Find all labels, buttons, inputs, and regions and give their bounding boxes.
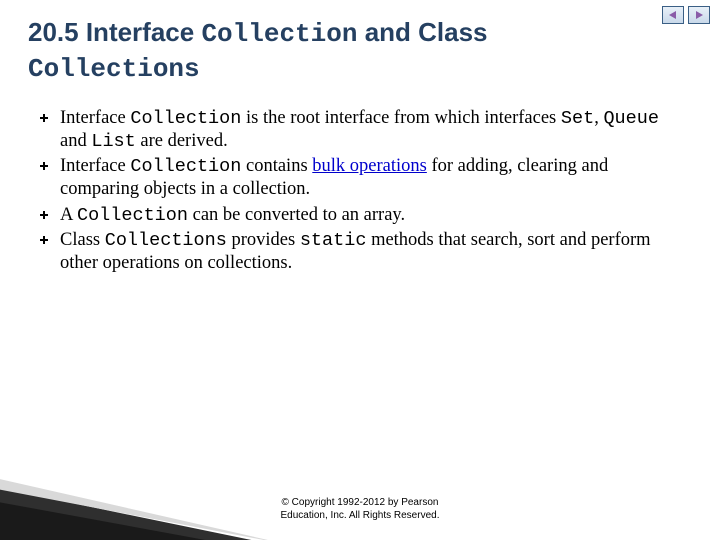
copyright-line2: Education, Inc. All Rights Reserved. <box>281 510 440 521</box>
title-code-collection: Collection <box>201 19 357 49</box>
text: provides <box>227 230 300 250</box>
code: List <box>91 131 135 152</box>
slide-title: 20.5 Interface Collection and Class Coll… <box>28 16 692 85</box>
slide: 20.5 Interface Collection and Class Coll… <box>0 0 720 540</box>
code: Queue <box>603 108 659 129</box>
bullet-list: Interface Collection is the root interfa… <box>28 107 692 275</box>
copyright-line1: © Copyright 1992-2012 by Pearson <box>282 497 439 508</box>
text: Interface <box>60 156 130 176</box>
list-item: Interface Collection is the root interfa… <box>34 107 686 153</box>
text: Interface <box>60 108 130 128</box>
title-section-number: 20.5 <box>28 17 79 47</box>
list-item: Class Collections provides static method… <box>34 229 686 275</box>
text: Class <box>60 230 105 250</box>
list-item: A Collection can be converted to an arra… <box>34 204 686 227</box>
code: Collection <box>130 108 241 129</box>
title-code-collections: Collections <box>28 54 200 84</box>
code: Collection <box>130 156 241 177</box>
text: are derived. <box>136 131 228 151</box>
triangle-right-icon <box>694 10 704 20</box>
list-item: Interface Collection contains bulk opera… <box>34 155 686 201</box>
link-bulk-operations[interactable]: bulk operations <box>312 156 427 176</box>
text: contains <box>241 156 312 176</box>
next-button[interactable] <box>688 6 710 24</box>
text: is the root interface from which interfa… <box>241 108 561 128</box>
nav-buttons <box>662 6 710 24</box>
prev-button[interactable] <box>662 6 684 24</box>
title-text-interface: Interface <box>79 17 202 47</box>
text: and <box>60 131 91 151</box>
text: can be converted to an array. <box>188 205 405 225</box>
title-text-and-class: and Class <box>357 17 487 47</box>
text: A <box>60 205 77 225</box>
code: Set <box>561 108 594 129</box>
copyright: © Copyright 1992-2012 by Pearson Educati… <box>0 496 720 522</box>
code: Collections <box>105 230 227 251</box>
code: static <box>300 230 367 251</box>
triangle-left-icon <box>668 10 678 20</box>
code: Collection <box>77 205 188 226</box>
